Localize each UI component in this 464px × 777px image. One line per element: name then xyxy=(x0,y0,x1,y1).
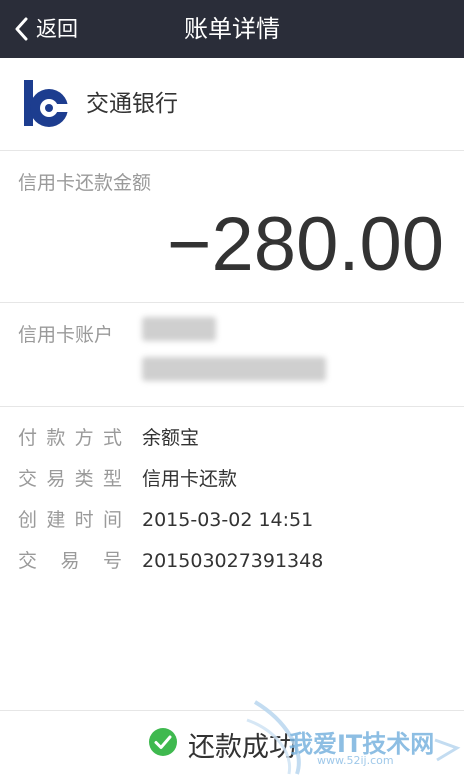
status-bar: 还款成功 xyxy=(0,710,464,777)
status-text: 还款成功 xyxy=(188,731,296,763)
page-title: 账单详情 xyxy=(184,15,280,43)
detail-value: 余额宝 xyxy=(142,427,200,449)
account-label: 信用卡账户 xyxy=(18,324,114,346)
detail-value: 201503027391348 xyxy=(142,550,324,572)
bill-detail-page: 返回 账单详情 交通银行 信用卡还款金额 −280.00 信用卡账户 付款方式 xyxy=(0,0,464,777)
detail-key: 交易号 xyxy=(18,550,122,572)
amount-section: 信用卡还款金额 −280.00 xyxy=(0,151,464,303)
detail-row-transaction-id: 交易号 201503027391348 xyxy=(0,541,464,582)
account-name-redacted xyxy=(142,317,216,341)
account-section: 信用卡账户 xyxy=(0,303,464,407)
bank-name: 交通银行 xyxy=(86,91,178,117)
nav-bar: 返回 账单详情 xyxy=(0,0,464,58)
bank-row: 交通银行 xyxy=(0,58,464,151)
amount-value: −280.00 xyxy=(167,202,444,287)
detail-row-created-time: 创建时间 2015-03-02 14:51 xyxy=(0,500,464,541)
detail-value: 2015-03-02 14:51 xyxy=(142,509,314,531)
amount-label: 信用卡还款金额 xyxy=(18,172,152,194)
detail-key: 付款方式 xyxy=(18,427,122,449)
detail-row-payment-method: 付款方式 余额宝 xyxy=(0,418,464,459)
detail-key: 交易类型 xyxy=(18,468,122,490)
detail-value: 信用卡还款 xyxy=(142,468,238,490)
status-badge: 还款成功 xyxy=(148,711,296,777)
check-circle-icon xyxy=(148,727,178,761)
account-number-redacted xyxy=(142,357,326,381)
detail-key: 创建时间 xyxy=(18,509,122,531)
bank-logo-icon xyxy=(21,78,73,130)
detail-list: 付款方式 余额宝 交易类型 信用卡还款 创建时间 2015-03-02 14:5… xyxy=(0,418,464,582)
detail-row-transaction-type: 交易类型 信用卡还款 xyxy=(0,459,464,500)
